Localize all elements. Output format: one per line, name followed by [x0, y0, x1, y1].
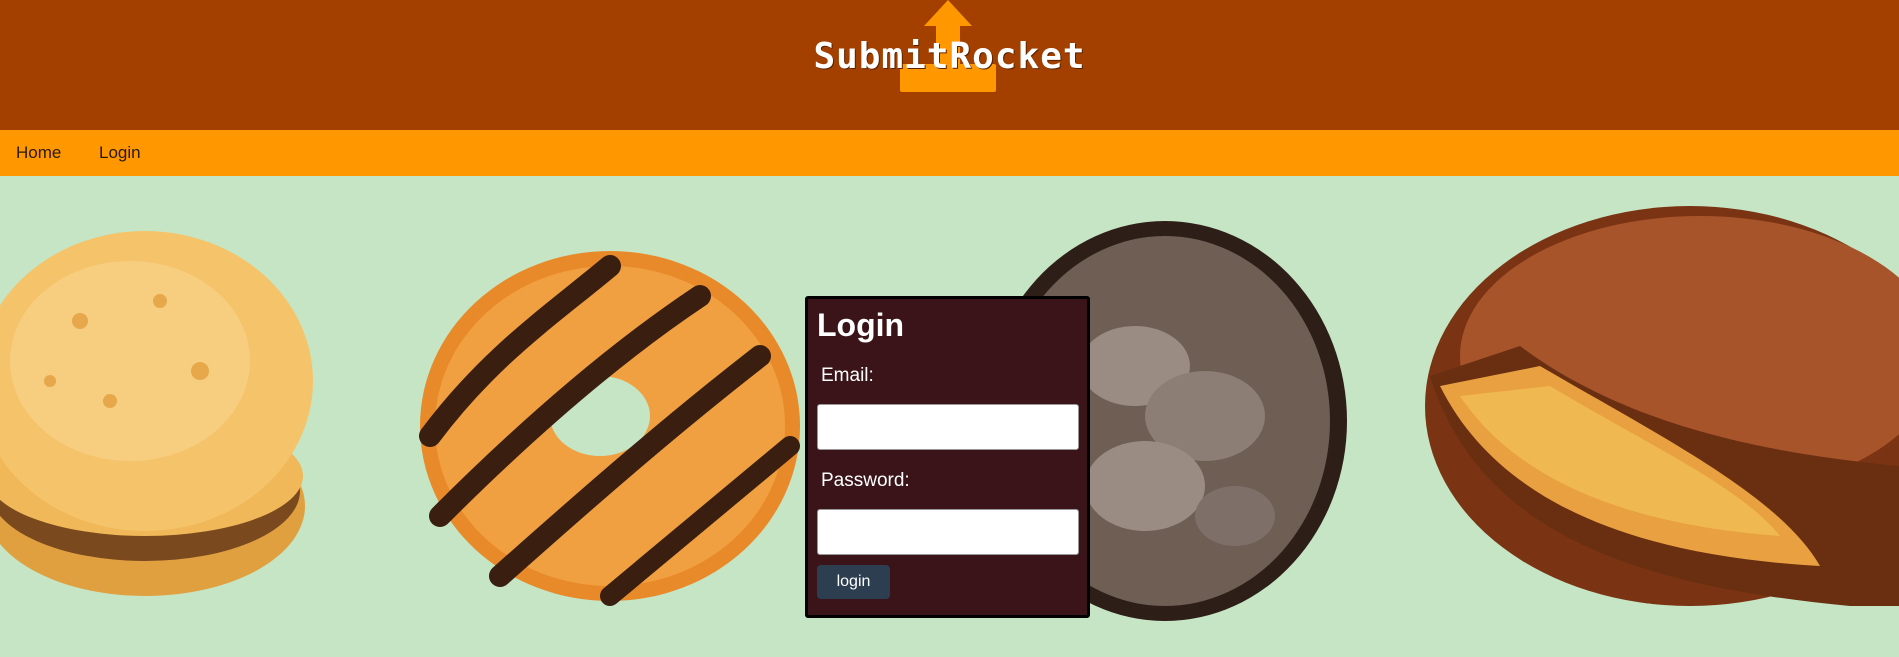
- login-button[interactable]: login: [817, 565, 890, 599]
- login-title: Login: [817, 307, 905, 343]
- password-field[interactable]: [817, 509, 1079, 555]
- login-form: Login Email: Password: login: [805, 296, 1090, 618]
- caramel-coconut-cookie-image: [419, 251, 800, 606]
- password-label: Password:: [821, 470, 910, 491]
- nav-item-home[interactable]: Home: [16, 130, 61, 176]
- peanut-butter-patty-cookie-image: [1425, 206, 1899, 606]
- nav-item-login[interactable]: Login: [99, 130, 141, 176]
- site-header: SubmitRocket: [0, 0, 1899, 130]
- email-label: Email:: [821, 365, 874, 386]
- logo-text: SubmitRocket: [813, 36, 1086, 77]
- shortbread-sandwich-cookie-image: [0, 231, 313, 596]
- nav-bar: Home Login: [0, 130, 1899, 176]
- email-field[interactable]: [817, 404, 1079, 450]
- site-logo[interactable]: SubmitRocket: [0, 0, 1899, 130]
